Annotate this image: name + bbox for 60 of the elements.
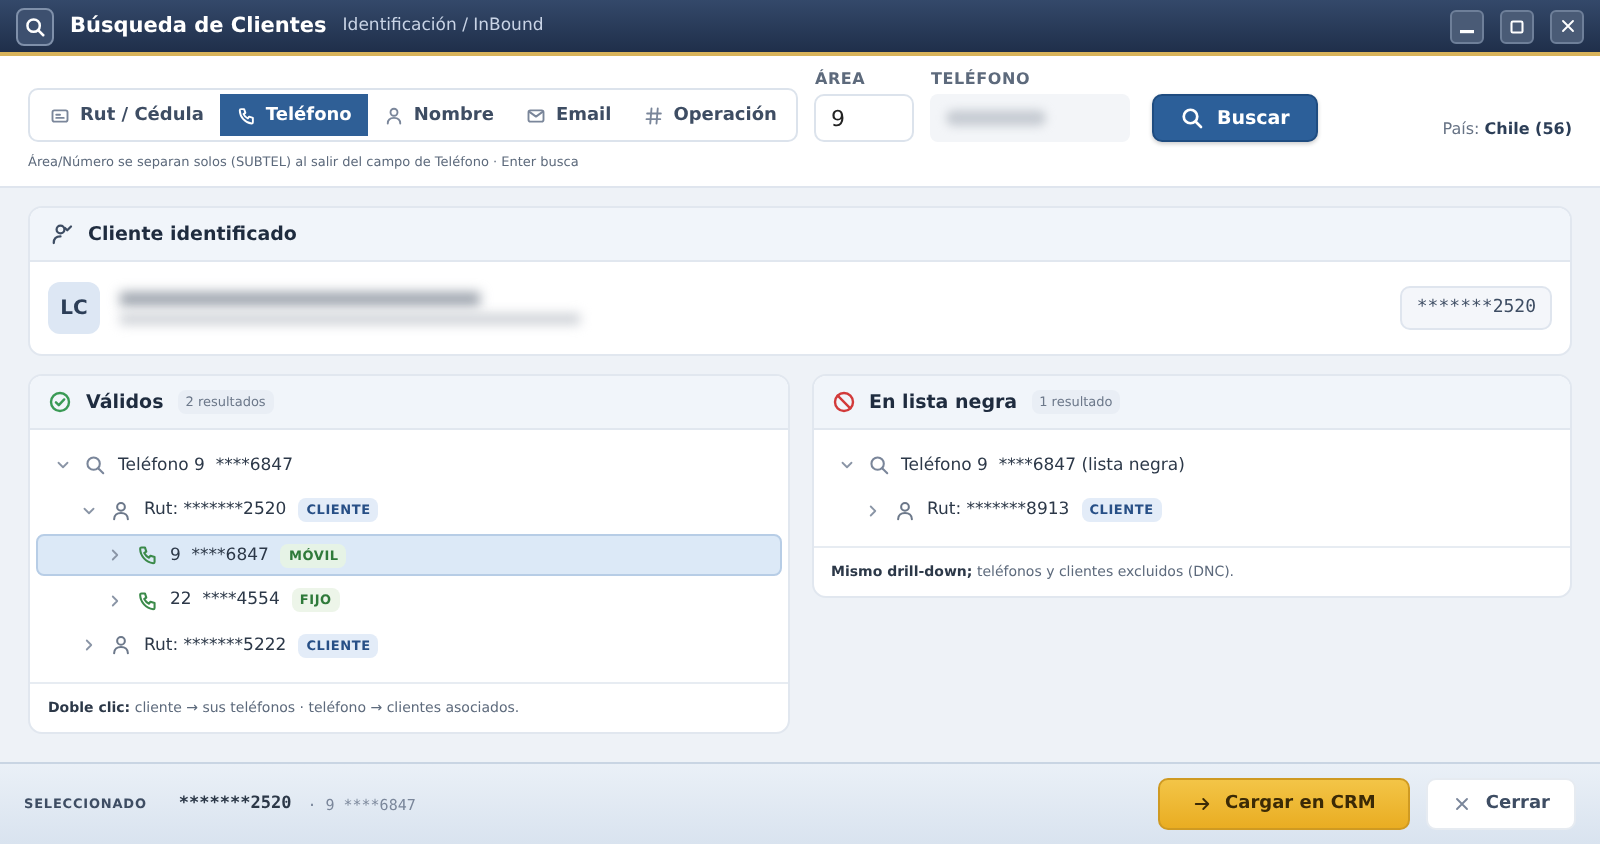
tree-label: Rut: *******8913 bbox=[927, 500, 1070, 520]
panel-title: Válidos bbox=[86, 391, 164, 413]
tree-label: 9 ****6847 bbox=[170, 545, 269, 565]
search-tab[interactable]: Teléfono bbox=[219, 94, 368, 136]
section-title: Cliente identificado bbox=[88, 223, 297, 245]
chevron-right-icon bbox=[80, 636, 98, 654]
search-tab[interactable]: Email bbox=[509, 94, 628, 136]
close-icon bbox=[1557, 16, 1577, 36]
phone-icon bbox=[136, 544, 158, 566]
field-label: ÁREA bbox=[814, 70, 868, 88]
tree-label: Teléfono 9 ****6847 (lista negra) bbox=[901, 455, 1185, 475]
chevron-right-icon bbox=[106, 546, 124, 564]
field-label: TELÉFONO bbox=[930, 70, 1033, 88]
panel-title: En lista negra bbox=[869, 391, 1018, 413]
phone-icon bbox=[235, 105, 256, 125]
search-icon bbox=[84, 454, 106, 476]
tree-label: Rut: *******2520 bbox=[144, 500, 287, 520]
chevron-right-icon bbox=[106, 591, 124, 609]
chevron-down-icon bbox=[54, 456, 72, 474]
load-crm-button[interactable]: Cargar en CRM bbox=[1157, 778, 1410, 830]
close-button[interactable] bbox=[1550, 9, 1584, 43]
tree-label: Rut: *******5222 bbox=[144, 635, 287, 655]
close-dialog-button[interactable]: Cerrar bbox=[1425, 778, 1576, 830]
search-tab[interactable]: Operación bbox=[627, 94, 793, 136]
id-card-icon bbox=[50, 105, 70, 125]
window-subtitle: Identificación / InBound bbox=[342, 16, 544, 36]
search-icon bbox=[867, 454, 889, 476]
prohibited-icon bbox=[831, 390, 855, 414]
minimize-button[interactable] bbox=[1450, 9, 1484, 43]
person-icon bbox=[110, 634, 132, 656]
rut-badge: *******2520 bbox=[1400, 286, 1552, 330]
search-button[interactable]: Buscar bbox=[1152, 94, 1318, 142]
chevron-down-icon bbox=[837, 456, 855, 474]
person-icon bbox=[110, 499, 132, 521]
minimize-icon bbox=[1460, 29, 1474, 33]
hash-icon bbox=[643, 105, 664, 125]
country-label: País: Chile (56) bbox=[1442, 120, 1572, 138]
tree-label: Teléfono 9 ****6847 bbox=[118, 455, 293, 475]
maximize-button[interactable] bbox=[1500, 9, 1534, 43]
search-tab[interactable]: Nombre bbox=[367, 94, 510, 136]
avatar: LC bbox=[48, 282, 100, 334]
tree-label: 22 ****4554 bbox=[170, 590, 280, 610]
envelope-icon bbox=[525, 105, 546, 125]
phone-field[interactable] bbox=[930, 94, 1131, 142]
person-icon bbox=[383, 105, 404, 125]
search-icon bbox=[1180, 106, 1205, 130]
person-check-icon bbox=[50, 222, 74, 246]
phone-icon bbox=[136, 589, 158, 611]
search-tab[interactable]: Rut / Cédula bbox=[34, 94, 220, 136]
search-icon bbox=[24, 15, 46, 37]
arrow-right-icon bbox=[1191, 794, 1212, 814]
window-title: Búsqueda de Clientes bbox=[70, 14, 327, 38]
check-circle-icon bbox=[48, 390, 72, 414]
selected-rut: *******2520 bbox=[178, 794, 292, 814]
tree-row[interactable]: Teléfono 9 ****6847 bbox=[36, 444, 781, 486]
area-field[interactable]: 9 bbox=[814, 94, 915, 142]
person-icon bbox=[893, 499, 915, 521]
close-icon bbox=[1451, 794, 1472, 814]
maximize-icon bbox=[1506, 15, 1528, 37]
tree-row[interactable]: Teléfono 9 ****6847 (lista negra) bbox=[819, 444, 1564, 486]
